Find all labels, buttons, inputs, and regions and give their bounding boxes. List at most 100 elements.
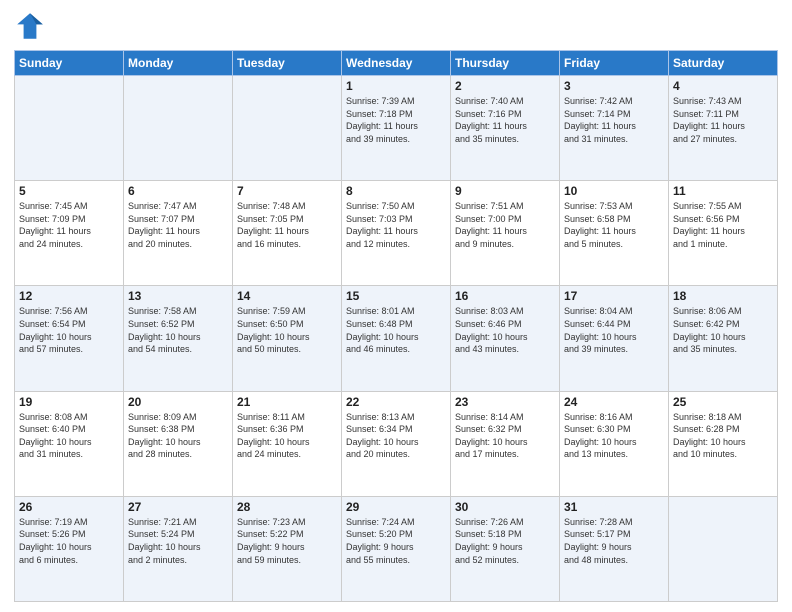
day-info: Sunrise: 7:39 AM Sunset: 7:18 PM Dayligh…: [346, 95, 446, 145]
calendar-cell: 1 Sunrise: 7:39 AM Sunset: 7:18 PM Daylig…: [342, 76, 451, 181]
day-number: 19: [19, 395, 119, 409]
calendar-cell: 17 Sunrise: 8:04 AM Sunset: 6:44 PM Dayli…: [560, 286, 669, 391]
calendar-cell: 28 Sunrise: 7:23 AM Sunset: 5:22 PM Dayli…: [233, 496, 342, 601]
day-number: 21: [237, 395, 337, 409]
day-info: Sunrise: 7:26 AM Sunset: 5:18 PM Dayligh…: [455, 516, 555, 566]
day-number: 1: [346, 79, 446, 93]
calendar-cell: 3 Sunrise: 7:42 AM Sunset: 7:14 PM Daylig…: [560, 76, 669, 181]
calendar-cell: 22 Sunrise: 8:13 AM Sunset: 6:34 PM Dayli…: [342, 391, 451, 496]
day-number: 12: [19, 289, 119, 303]
calendar-cell: [669, 496, 778, 601]
day-number: 16: [455, 289, 555, 303]
day-info: Sunrise: 7:45 AM Sunset: 7:09 PM Dayligh…: [19, 200, 119, 250]
day-number: 4: [673, 79, 773, 93]
day-number: 3: [564, 79, 664, 93]
weekday-header: Monday: [124, 51, 233, 76]
weekday-header: Friday: [560, 51, 669, 76]
day-number: 26: [19, 500, 119, 514]
day-info: Sunrise: 8:11 AM Sunset: 6:36 PM Dayligh…: [237, 411, 337, 461]
calendar-cell: 11 Sunrise: 7:55 AM Sunset: 6:56 PM Dayli…: [669, 181, 778, 286]
day-info: Sunrise: 7:42 AM Sunset: 7:14 PM Dayligh…: [564, 95, 664, 145]
day-number: 14: [237, 289, 337, 303]
day-info: Sunrise: 8:09 AM Sunset: 6:38 PM Dayligh…: [128, 411, 228, 461]
day-info: Sunrise: 7:51 AM Sunset: 7:00 PM Dayligh…: [455, 200, 555, 250]
day-info: Sunrise: 7:56 AM Sunset: 6:54 PM Dayligh…: [19, 305, 119, 355]
day-number: 15: [346, 289, 446, 303]
day-number: 29: [346, 500, 446, 514]
day-info: Sunrise: 8:08 AM Sunset: 6:40 PM Dayligh…: [19, 411, 119, 461]
calendar-cell: 8 Sunrise: 7:50 AM Sunset: 7:03 PM Daylig…: [342, 181, 451, 286]
calendar-cell: 18Sunrise: 8:06 AM Sunset: 6:42 PM Dayli…: [669, 286, 778, 391]
weekday-header: Tuesday: [233, 51, 342, 76]
weekday-header: Sunday: [15, 51, 124, 76]
day-number: 2: [455, 79, 555, 93]
header: [14, 10, 778, 42]
calendar-cell: [124, 76, 233, 181]
day-number: 23: [455, 395, 555, 409]
day-number: 8: [346, 184, 446, 198]
day-info: Sunrise: 7:55 AM Sunset: 6:56 PM Dayligh…: [673, 200, 773, 250]
calendar-cell: 5 Sunrise: 7:45 AM Sunset: 7:09 PM Daylig…: [15, 181, 124, 286]
day-info: Sunrise: 7:23 AM Sunset: 5:22 PM Dayligh…: [237, 516, 337, 566]
weekday-header: Thursday: [451, 51, 560, 76]
day-number: 22: [346, 395, 446, 409]
day-number: 20: [128, 395, 228, 409]
day-info: Sunrise: 7:24 AM Sunset: 5:20 PM Dayligh…: [346, 516, 446, 566]
calendar-cell: 20 Sunrise: 8:09 AM Sunset: 6:38 PM Dayli…: [124, 391, 233, 496]
calendar-cell: 6Sunrise: 7:47 AM Sunset: 7:07 PM Daylig…: [124, 181, 233, 286]
calendar-cell: 30 Sunrise: 7:26 AM Sunset: 5:18 PM Dayli…: [451, 496, 560, 601]
day-number: 9: [455, 184, 555, 198]
day-number: 10: [564, 184, 664, 198]
calendar-cell: 27Sunrise: 7:21 AM Sunset: 5:24 PM Dayli…: [124, 496, 233, 601]
weekday-header: Wednesday: [342, 51, 451, 76]
calendar-cell: 31 Sunrise: 7:28 AM Sunset: 5:17 PM Dayli…: [560, 496, 669, 601]
day-number: 17: [564, 289, 664, 303]
day-number: 31: [564, 500, 664, 514]
calendar-cell: 23 Sunrise: 8:14 AM Sunset: 6:32 PM Dayli…: [451, 391, 560, 496]
day-number: 28: [237, 500, 337, 514]
day-number: 7: [237, 184, 337, 198]
day-info: Sunrise: 7:43 AM Sunset: 7:11 PM Dayligh…: [673, 95, 773, 145]
day-info: Sunrise: 8:14 AM Sunset: 6:32 PM Dayligh…: [455, 411, 555, 461]
day-number: 18: [673, 289, 773, 303]
calendar-cell: 14 Sunrise: 7:59 AM Sunset: 6:50 PM Dayli…: [233, 286, 342, 391]
day-info: Sunrise: 8:03 AM Sunset: 6:46 PM Dayligh…: [455, 305, 555, 355]
calendar-cell: 15 Sunrise: 8:01 AM Sunset: 6:48 PM Dayli…: [342, 286, 451, 391]
day-number: 5: [19, 184, 119, 198]
day-info: Sunrise: 8:16 AM Sunset: 6:30 PM Dayligh…: [564, 411, 664, 461]
logo: [14, 10, 50, 42]
calendar-cell: 9 Sunrise: 7:51 AM Sunset: 7:00 PM Daylig…: [451, 181, 560, 286]
calendar-cell: 2 Sunrise: 7:40 AM Sunset: 7:16 PM Daylig…: [451, 76, 560, 181]
day-number: 6: [128, 184, 228, 198]
day-info: Sunrise: 7:28 AM Sunset: 5:17 PM Dayligh…: [564, 516, 664, 566]
weekday-header: Saturday: [669, 51, 778, 76]
calendar-cell: 24Sunrise: 8:16 AM Sunset: 6:30 PM Dayli…: [560, 391, 669, 496]
calendar-cell: [233, 76, 342, 181]
day-info: Sunrise: 7:21 AM Sunset: 5:24 PM Dayligh…: [128, 516, 228, 566]
calendar-cell: 13 Sunrise: 7:58 AM Sunset: 6:52 PM Dayli…: [124, 286, 233, 391]
day-number: 11: [673, 184, 773, 198]
day-info: Sunrise: 8:13 AM Sunset: 6:34 PM Dayligh…: [346, 411, 446, 461]
day-number: 30: [455, 500, 555, 514]
day-info: Sunrise: 8:01 AM Sunset: 6:48 PM Dayligh…: [346, 305, 446, 355]
calendar-cell: 12 Sunrise: 7:56 AM Sunset: 6:54 PM Dayli…: [15, 286, 124, 391]
calendar-cell: 16 Sunrise: 8:03 AM Sunset: 6:46 PM Dayli…: [451, 286, 560, 391]
day-info: Sunrise: 7:19 AM Sunset: 5:26 PM Dayligh…: [19, 516, 119, 566]
page: SundayMondayTuesdayWednesdayThursdayFrid…: [0, 0, 792, 612]
day-info: Sunrise: 7:40 AM Sunset: 7:16 PM Dayligh…: [455, 95, 555, 145]
day-info: Sunrise: 8:18 AM Sunset: 6:28 PM Dayligh…: [673, 411, 773, 461]
calendar-cell: 26 Sunrise: 7:19 AM Sunset: 5:26 PM Dayli…: [15, 496, 124, 601]
calendar-cell: 25 Sunrise: 8:18 AM Sunset: 6:28 PM Dayli…: [669, 391, 778, 496]
day-number: 13: [128, 289, 228, 303]
day-info: Sunrise: 8:04 AM Sunset: 6:44 PM Dayligh…: [564, 305, 664, 355]
day-number: 25: [673, 395, 773, 409]
calendar-cell: [15, 76, 124, 181]
day-info: Sunrise: 7:53 AM Sunset: 6:58 PM Dayligh…: [564, 200, 664, 250]
calendar-cell: 10 Sunrise: 7:53 AM Sunset: 6:58 PM Dayli…: [560, 181, 669, 286]
day-info: Sunrise: 7:59 AM Sunset: 6:50 PM Dayligh…: [237, 305, 337, 355]
calendar-cell: 4 Sunrise: 7:43 AM Sunset: 7:11 PM Daylig…: [669, 76, 778, 181]
calendar-cell: 19 Sunrise: 8:08 AM Sunset: 6:40 PM Dayli…: [15, 391, 124, 496]
day-info: Sunrise: 7:58 AM Sunset: 6:52 PM Dayligh…: [128, 305, 228, 355]
calendar-cell: 21 Sunrise: 8:11 AM Sunset: 6:36 PM Dayli…: [233, 391, 342, 496]
day-info: Sunrise: 7:50 AM Sunset: 7:03 PM Dayligh…: [346, 200, 446, 250]
